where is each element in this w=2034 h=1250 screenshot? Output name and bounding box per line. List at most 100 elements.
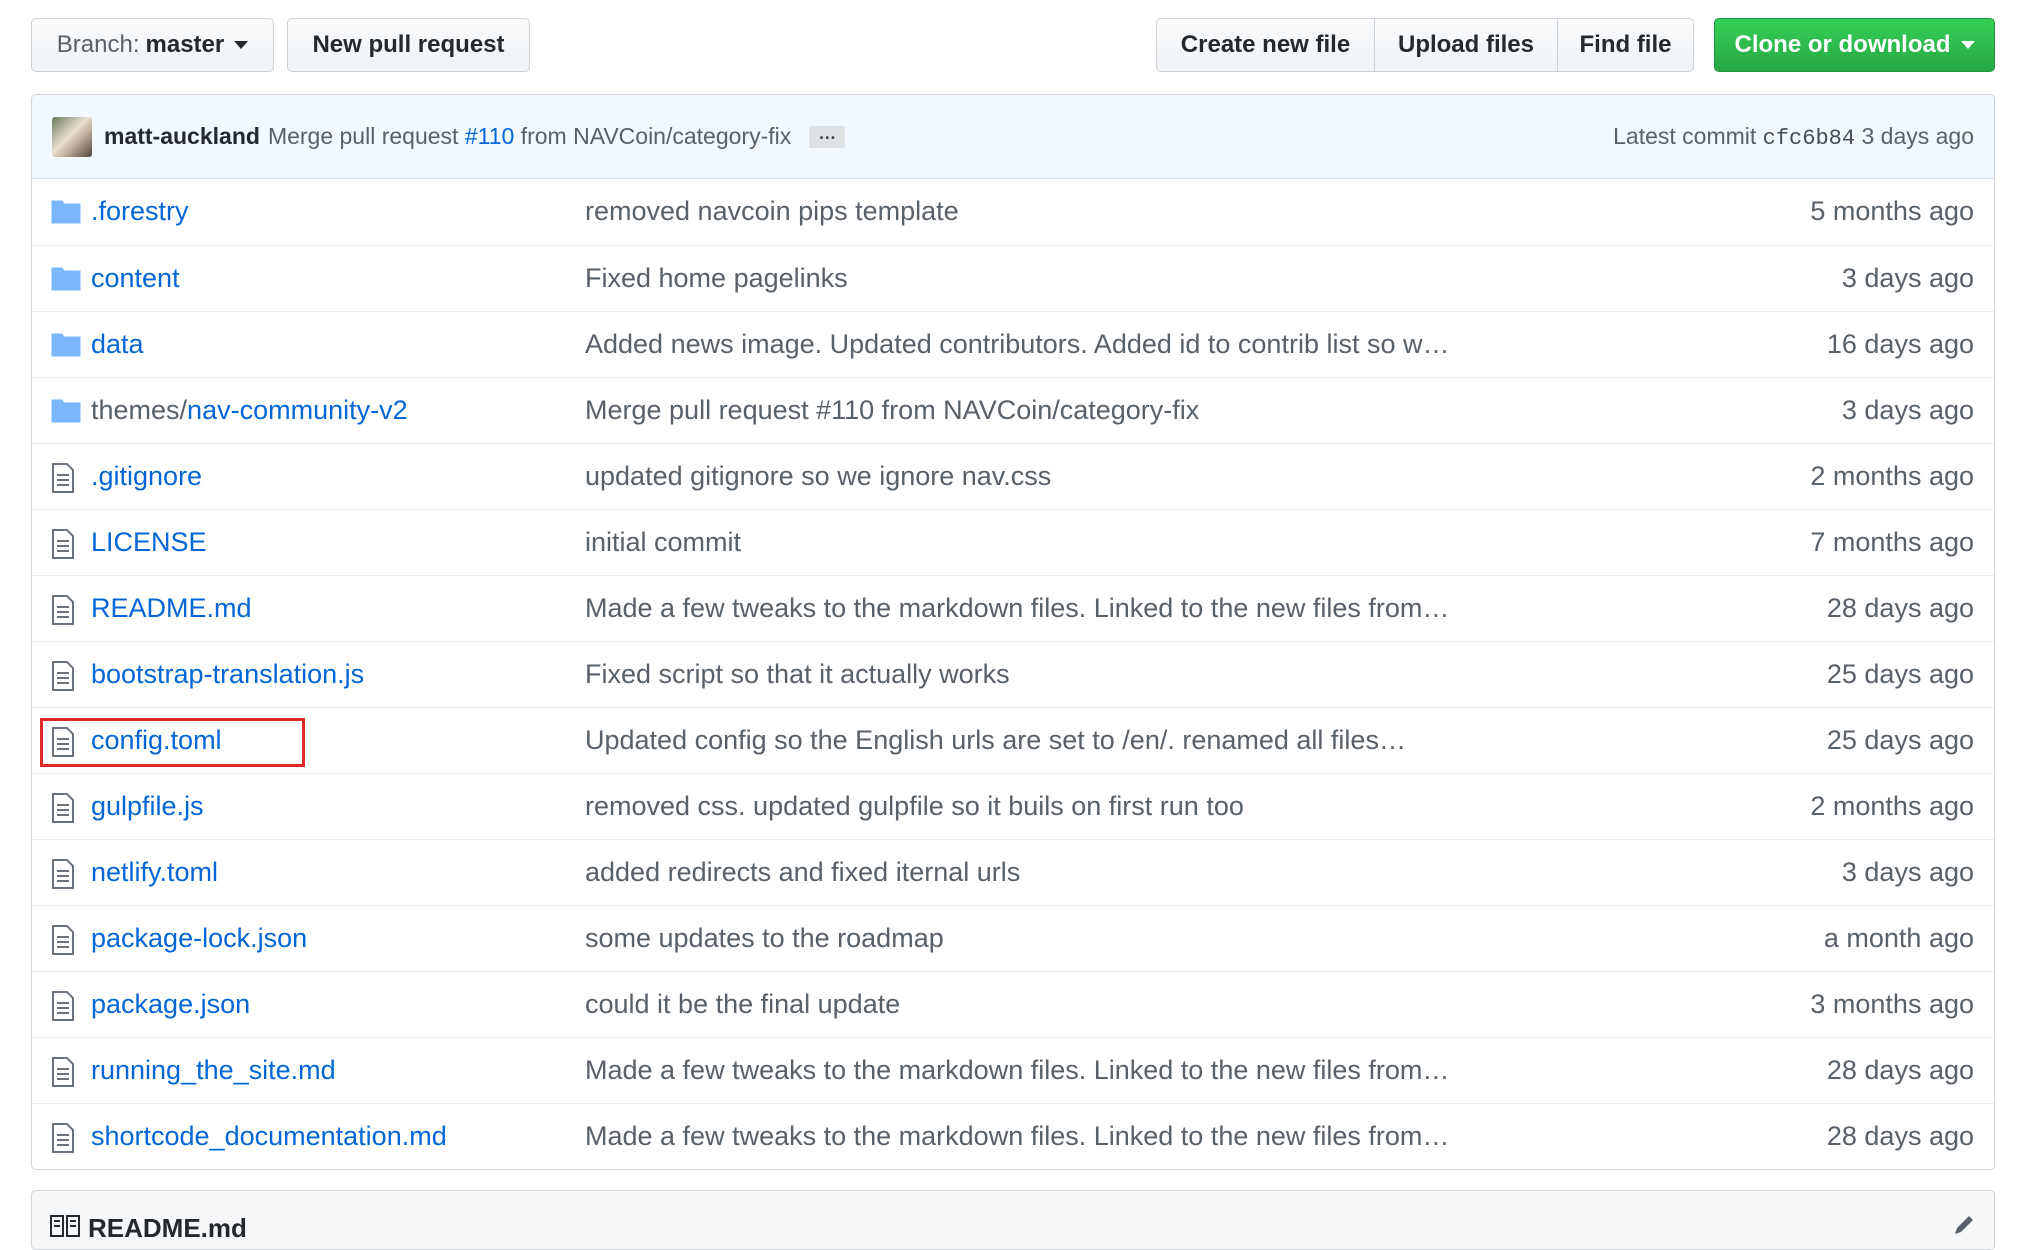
file-icon — [51, 529, 81, 559]
file-name-link[interactable]: themes/nav-community-v2 — [91, 395, 408, 426]
caret-down-icon — [234, 41, 249, 49]
commit-message-link[interactable]: Fixed home pagelinks — [585, 263, 848, 294]
create-new-file-button[interactable]: Create new file — [1156, 18, 1375, 72]
file-name-link[interactable]: bootstrap-translation.js — [91, 659, 364, 690]
file-name-link[interactable]: netlify.toml — [91, 857, 218, 888]
table-row: config.toml Updated config so the English… — [32, 707, 1994, 773]
file-name-link[interactable]: package-lock.json — [91, 923, 307, 954]
file-icon — [51, 991, 81, 1021]
table-row: .forestry removed navcoin pips template 5 … — [32, 179, 1994, 245]
file-name-text[interactable]: running_the_site.md — [91, 1055, 336, 1085]
commit-age: 2 months ago — [1810, 461, 1974, 491]
file-name-link[interactable]: README.md — [91, 593, 252, 624]
commit-message-link[interactable]: removed navcoin pips template — [585, 196, 959, 227]
file-name-text[interactable]: LICENSE — [91, 527, 207, 557]
commit-message-link[interactable]: could it be the final update — [585, 989, 900, 1020]
file-name-link[interactable]: package.json — [91, 989, 250, 1020]
table-row: netlify.toml added redirects and fixed it… — [32, 839, 1994, 905]
upload-files-button[interactable]: Upload files — [1374, 18, 1558, 72]
book-icon — [50, 1215, 80, 1237]
commit-age: 28 days ago — [1826, 593, 1974, 623]
expand-commit-button[interactable]: … — [809, 124, 846, 148]
file-name-link[interactable]: .gitignore — [91, 461, 202, 492]
latest-commit-label: Latest commit — [1613, 122, 1757, 149]
file-name-link[interactable]: shortcode_documentation.md — [91, 1121, 447, 1152]
file-name-text[interactable]: package.json — [91, 989, 250, 1019]
file-name-link[interactable]: gulpfile.js — [91, 791, 204, 822]
commit-age: 28 days ago — [1826, 1121, 1974, 1151]
file-name-link[interactable]: .forestry — [91, 196, 189, 227]
commit-age: 3 months ago — [1810, 989, 1974, 1019]
commit-message-link[interactable]: Merge pull request #110 from NAVCoin/cat… — [585, 395, 1199, 426]
file-icon — [51, 1057, 81, 1087]
file-name-text[interactable]: content — [91, 263, 180, 293]
new-pull-request-button[interactable]: New pull request — [287, 18, 530, 72]
table-row: themes/nav-community-v2 Merge pull reques… — [32, 377, 1994, 443]
file-actions-group: Create new file Upload files Find file — [1156, 18, 1694, 72]
commit-pr-link[interactable]: #110 — [465, 123, 514, 149]
commit-message-link[interactable]: Made a few tweaks to the markdown files.… — [585, 1055, 1449, 1086]
file-name-text[interactable]: bootstrap-translation.js — [91, 659, 364, 689]
folder-icon — [51, 265, 81, 293]
file-icon — [51, 1123, 81, 1153]
latest-commit-info: Latest commit cfc6b84 3 days ago — [1613, 123, 1974, 151]
table-row: README.md Made a few tweaks to the markdo… — [32, 575, 1994, 641]
commit-age: 3 days ago — [1841, 395, 1974, 425]
commit-message-link[interactable]: some updates to the roadmap — [585, 923, 944, 954]
commit-message-link[interactable]: Updated config so the English urls are s… — [585, 725, 1406, 756]
commit-age: 28 days ago — [1826, 1055, 1974, 1085]
highlight-box — [40, 718, 305, 767]
file-name-text[interactable]: gulpfile.js — [91, 791, 204, 821]
table-row: content Fixed home pagelinks 3 days ago — [32, 245, 1994, 311]
commit-message-link[interactable]: Made a few tweaks to the markdown files.… — [585, 593, 1449, 624]
file-name-text[interactable]: netlify.toml — [91, 857, 218, 887]
commit-message-link[interactable]: initial commit — [585, 527, 741, 558]
commit-message-link[interactable]: updated gitignore so we ignore nav.css — [585, 461, 1051, 492]
find-file-button[interactable]: Find file — [1557, 18, 1694, 72]
avatar[interactable] — [52, 116, 92, 157]
latest-commit-bar: matt-auckland Merge pull request #110 fr… — [32, 95, 1994, 179]
commit-age: 25 days ago — [1826, 725, 1974, 755]
file-name-text[interactable]: package-lock.json — [91, 923, 307, 953]
commit-age: 2 months ago — [1810, 791, 1974, 821]
commit-message-link[interactable]: added redirects and fixed iternal urls — [585, 857, 1020, 888]
commit-age: a month ago — [1823, 923, 1974, 953]
commit-sha[interactable]: cfc6b84 — [1763, 126, 1855, 151]
commit-author[interactable]: matt-auckland — [104, 123, 260, 150]
file-name-link[interactable]: LICENSE — [91, 527, 207, 558]
commit-message-link[interactable]: Fixed script so that it actually works — [585, 659, 1010, 690]
commit-message-prefix[interactable]: Merge pull request — [268, 123, 459, 149]
file-name-link[interactable]: content — [91, 263, 180, 294]
readme-header: README.md — [31, 1190, 1995, 1250]
commit-message-link[interactable]: Made a few tweaks to the markdown files.… — [585, 1121, 1449, 1152]
commit-message-link[interactable]: Added news image. Updated contributors. … — [585, 329, 1449, 360]
file-rows: .forestry removed navcoin pips template 5 … — [32, 179, 1994, 1169]
pencil-icon[interactable] — [1952, 1213, 1976, 1237]
file-name-text[interactable]: .gitignore — [91, 461, 202, 491]
file-name-text[interactable]: data — [91, 329, 144, 359]
file-icon — [51, 463, 81, 493]
clone-download-button[interactable]: Clone or download — [1714, 18, 1995, 72]
file-name-link[interactable]: data — [91, 329, 144, 360]
commit-message-suffix[interactable]: from NAVCoin/category-fix — [521, 123, 792, 149]
file-path-prefix[interactable]: themes/ — [91, 395, 187, 425]
table-row: shortcode_documentation.md Made a few twe… — [32, 1103, 1994, 1169]
file-name-text[interactable]: README.md — [91, 593, 252, 623]
commit-message-link[interactable]: removed css. updated gulpfile so it buil… — [585, 791, 1244, 822]
commit-age: 5 months ago — [1810, 196, 1974, 226]
file-name-text[interactable]: nav-community-v2 — [187, 395, 408, 425]
branch-select-button[interactable]: Branch: master — [31, 18, 274, 72]
commit-age: 3 days ago — [1841, 857, 1974, 887]
file-name-text[interactable]: .forestry — [91, 196, 189, 226]
file-icon — [51, 595, 81, 625]
file-name-link[interactable]: running_the_site.md — [91, 1055, 336, 1086]
folder-icon — [51, 198, 81, 226]
commit-message: Merge pull request #110 from NAVCoin/cat… — [268, 123, 791, 150]
table-row: package-lock.json some updates to the roa… — [32, 905, 1994, 971]
file-name-text[interactable]: shortcode_documentation.md — [91, 1121, 447, 1151]
caret-down-icon — [1960, 41, 1975, 49]
commit-age: 7 months ago — [1810, 527, 1974, 557]
table-row: data Added news image. Updated contributo… — [32, 311, 1994, 377]
toolbar: Branch: master New pull request Create n… — [31, 18, 1995, 74]
file-icon — [51, 859, 81, 889]
